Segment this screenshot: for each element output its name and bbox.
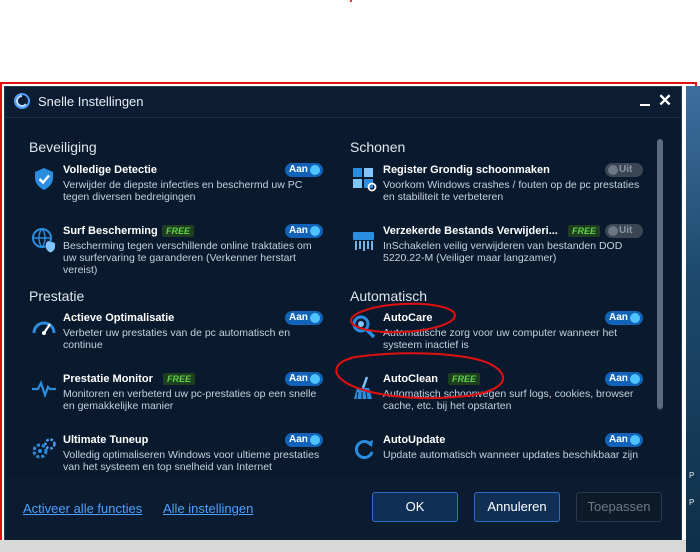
toggle-label: Aan <box>289 434 308 445</box>
free-badge: FREE <box>568 225 601 237</box>
toggle-label: Uit <box>619 225 633 236</box>
toggle-label: Aan <box>289 225 308 236</box>
setting-name: Register Grondig schoonmaken <box>383 164 550 176</box>
toggle-knob <box>310 374 320 384</box>
close-button[interactable]: ✕ <box>655 90 675 112</box>
toggle-knob <box>310 165 320 175</box>
setting-description: Monitoren en verbeterd uw pc-prestaties … <box>63 388 317 412</box>
setting-name: Actieve Optimalisatie <box>63 312 175 324</box>
minimize-button[interactable] <box>635 90 655 112</box>
setting-description: Verwijder de diepste infecties en besche… <box>63 179 303 203</box>
taskbar-strip <box>0 540 686 552</box>
toggle-knob <box>310 226 320 236</box>
setting-description: Voorkom Windows crashes / fouten op de p… <box>383 179 640 203</box>
setting-name: Ultimate Tuneup <box>63 434 149 446</box>
registry-icon <box>353 168 377 192</box>
toggle-label: Aan <box>609 312 628 323</box>
scrollbar-thumb[interactable] <box>657 139 663 409</box>
toggle-switch[interactable]: Aan <box>285 224 323 238</box>
magnifier-icon <box>352 315 376 339</box>
setting-name: Prestatie Monitor <box>63 373 153 385</box>
toggle-knob <box>310 313 320 323</box>
toggle-switch[interactable]: Aan <box>605 311 643 325</box>
setting-name: Volledige Detectie <box>63 164 157 176</box>
toggle-knob <box>630 374 640 384</box>
setting-description: Automatisch schoonvegen surf logs, cooki… <box>383 388 634 412</box>
refresh-icon <box>354 440 374 459</box>
toggle-label: Aan <box>289 373 308 384</box>
title-bar: Snelle Instellingen ✕ <box>5 87 681 118</box>
app-logo-icon <box>14 93 30 109</box>
section-title-automatisch: Automatisch <box>350 288 428 304</box>
toggle-switch[interactable]: Aan <box>285 372 323 386</box>
toggle-switch[interactable]: Uit <box>605 224 643 238</box>
toggle-knob <box>310 435 320 445</box>
broom-icon <box>354 376 372 400</box>
quick-settings-dialog: Snelle Instellingen ✕ Beveiliging Volled… <box>4 86 682 540</box>
section-title-schonen: Schonen <box>350 139 406 155</box>
all-settings-link[interactable]: Alle instellingen <box>163 501 253 516</box>
setting-name: AutoUpdate <box>383 434 446 446</box>
setting-description: InSchakelen veilig verwijderen van besta… <box>383 240 623 264</box>
gears-icon <box>32 438 56 459</box>
section-title-prestatie: Prestatie <box>29 288 85 304</box>
toggle-knob <box>608 226 618 236</box>
toggle-knob <box>608 165 618 175</box>
minimize-icon <box>640 104 650 106</box>
speedometer-icon <box>32 321 56 335</box>
toggle-switch[interactable]: Aan <box>605 372 643 386</box>
shredder-icon <box>353 232 374 251</box>
free-badge: FREE <box>163 373 196 385</box>
setting-name: Surf Bescherming <box>63 225 158 237</box>
close-icon: ✕ <box>657 91 673 110</box>
activate-all-link[interactable]: Activeer alle functies <box>23 501 142 516</box>
toggle-switch[interactable]: Aan <box>285 433 323 447</box>
settings-content: Beveiliging Volledige Detectie Aan Verwi… <box>5 118 681 476</box>
free-badge: FREE <box>162 225 195 237</box>
toggle-label: Aan <box>289 164 308 175</box>
setting-description: Update automatisch wanneer updates besch… <box>383 449 639 461</box>
setting-description: Automatische zorg voor uw computer wanne… <box>383 327 618 351</box>
toggle-label: Uit <box>619 164 633 175</box>
ok-button[interactable]: OK <box>372 492 458 522</box>
globe-shield-icon <box>32 228 55 253</box>
toggle-switch[interactable]: Aan <box>605 433 643 447</box>
toggle-switch[interactable]: Uit <box>605 163 643 177</box>
toggle-knob <box>630 435 640 445</box>
setting-name: AutoCare <box>383 312 433 324</box>
toggle-label: Aan <box>609 373 628 384</box>
dialog-footer: Activeer alle functies Alle instellingen… <box>5 477 681 540</box>
setting-description: Verbeter uw prestaties van de pc automat… <box>63 327 291 351</box>
apply-button: Toepassen <box>576 492 662 522</box>
toggle-switch[interactable]: Aan <box>285 163 323 177</box>
section-title-beveiliging: Beveiliging <box>29 139 97 155</box>
toggle-label: Aan <box>289 312 308 323</box>
setting-name: Verzekerde Bestands Verwijderi... <box>383 225 558 237</box>
free-badge: FREE <box>448 373 481 385</box>
cancel-button[interactable]: Annuleren <box>474 492 560 522</box>
red-dot <box>350 0 352 2</box>
toggle-switch[interactable]: Aan <box>285 311 323 325</box>
pulse-icon <box>32 380 56 399</box>
strip-char: P <box>689 498 695 507</box>
shield-check-icon <box>35 168 53 190</box>
strip-char: P <box>689 471 695 480</box>
setting-name: AutoClean <box>383 373 438 385</box>
toggle-knob <box>630 313 640 323</box>
setting-description: Bescherming tegen verschillende online t… <box>63 240 312 276</box>
setting-description: Volledig optimaliseren Windows voor ulti… <box>63 449 320 473</box>
background-window-strip: P P <box>686 86 700 552</box>
window-title: Snelle Instellingen <box>38 94 144 109</box>
toggle-label: Aan <box>609 434 628 445</box>
